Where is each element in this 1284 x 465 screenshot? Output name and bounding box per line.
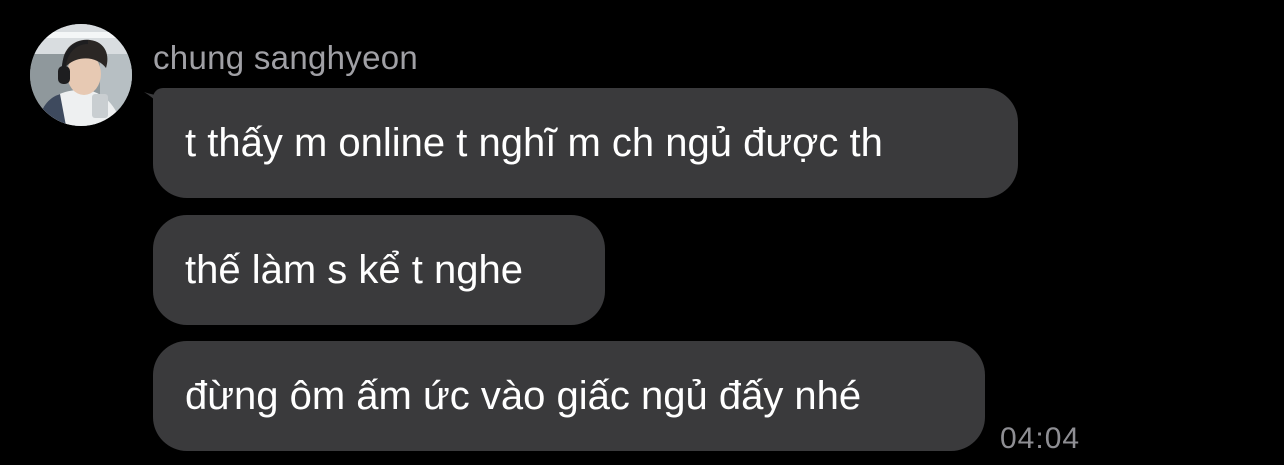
message-text: thế làm s kể t nghe <box>185 248 523 292</box>
message-text: đừng ôm ấm ức vào giấc ngủ đấy nhé <box>185 374 862 418</box>
message-timestamp: 04:04 <box>1000 422 1081 455</box>
message-text: t thấy m online t nghĩ m ch ngủ được th <box>185 121 883 165</box>
sender-name: chung sanghyeon <box>153 39 419 76</box>
message-bubble[interactable]: thế làm s kể t nghe <box>153 215 605 325</box>
message-bubble[interactable]: t thấy m online t nghĩ m ch ngủ được th <box>153 88 1018 198</box>
message-bubble[interactable]: đừng ôm ấm ức vào giấc ngủ đấy nhé <box>153 341 985 451</box>
avatar-photo <box>30 24 132 126</box>
avatar[interactable] <box>30 24 132 126</box>
